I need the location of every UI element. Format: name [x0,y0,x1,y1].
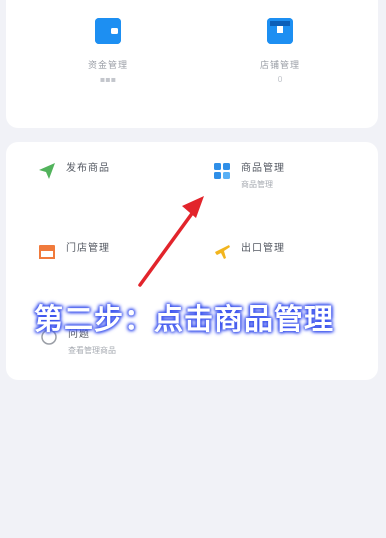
menu-item-label: 门店管理 [66,243,110,254]
menu-item-label: 出口管理 [241,243,285,254]
airplane-icon [213,242,231,260]
menu-item-store-management[interactable]: 门店管理 [38,242,110,260]
top-card: 资金管理 ▪▪▪ 店铺管理 0 [6,0,378,128]
menu-item-label: 发布商品 [66,163,110,174]
shop-management-entry[interactable]: 店铺管理 0 [220,18,340,84]
menu-item-sub: 商品管理 [241,180,273,189]
menu-item-product-management[interactable]: 商品管理 商品管理 [213,162,285,192]
wallet-icon [95,18,121,44]
instruction-overlay: 第二步：点击商品管理 [34,302,335,336]
top-item-sub: ▪▪▪ [99,75,117,84]
send-plane-icon [38,162,56,180]
menu-item-label: 商品管理 [241,163,285,174]
top-item-label: 店铺管理 [259,61,300,71]
funds-management-entry[interactable]: 资金管理 ▪▪▪ [48,18,168,84]
grid-icon [213,162,231,180]
top-item-sub: 0 [277,75,283,84]
shop-box-icon [267,18,293,44]
menu-item-export-management[interactable]: 出口管理 [213,242,285,260]
menu-item-publish-product[interactable]: 发布商品 [38,162,110,180]
store-icon [38,242,56,260]
top-item-label: 资金管理 [87,61,128,71]
menu-item-sub: 查看管理商品 [68,346,116,355]
